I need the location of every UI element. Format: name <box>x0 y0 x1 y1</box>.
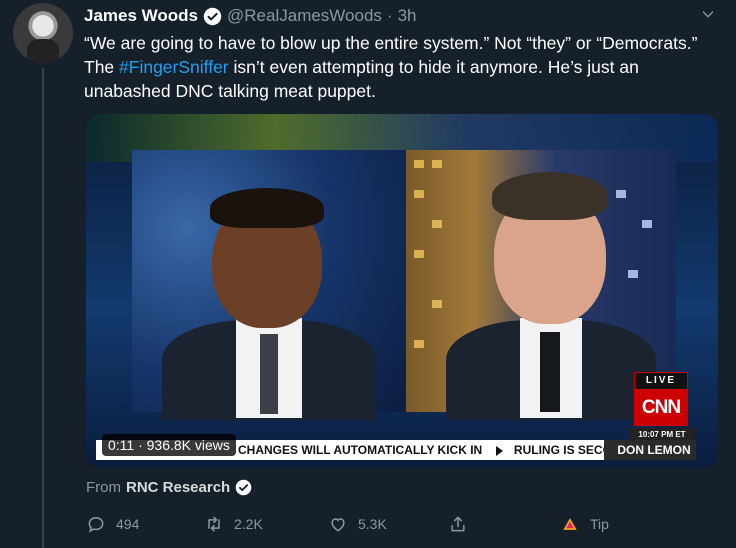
source-name[interactable]: RNC Research <box>126 479 230 496</box>
tweet-actions: 494 2.2K 5.3K Tip <box>86 514 646 538</box>
heart-icon <box>331 518 345 532</box>
tweet-header: James Woods @RealJamesWoods · 3h <box>84 5 716 27</box>
video-panel-left <box>132 150 406 420</box>
author-handle[interactable]: @RealJamesWoods <box>227 6 382 26</box>
reply-button[interactable]: 494 <box>86 514 139 534</box>
cnn-logo: CNN <box>634 390 688 426</box>
thread-line <box>42 68 44 548</box>
chevron-down-icon[interactable] <box>700 6 716 22</box>
video-player[interactable]: LIVE CNN 10:07 PM ET CHANGES WILL AUTOMA… <box>86 114 718 468</box>
author-name[interactable]: James Woods <box>84 6 198 26</box>
tip-button[interactable]: Tip <box>560 514 609 534</box>
chyron-left-text: CHANGES WILL AUTOMATICALLY KICK IN <box>238 443 483 457</box>
like-button[interactable]: 5.3K <box>328 514 387 534</box>
reply-count: 494 <box>116 516 140 532</box>
tip-label: Tip <box>590 516 609 532</box>
like-count: 5.3K <box>358 516 387 532</box>
separator-dot: · <box>386 6 393 25</box>
avatar[interactable] <box>13 3 73 63</box>
share-button[interactable] <box>448 514 478 534</box>
live-badge: LIVE <box>634 372 688 390</box>
tip-icon <box>563 518 577 530</box>
retweet-icon <box>208 516 220 532</box>
ticker-arrow-icon <box>495 445 503 456</box>
anchor-nameplate: DON LEMON <box>604 440 696 460</box>
timestamp[interactable]: 3h <box>398 6 417 26</box>
reply-icon <box>88 516 104 533</box>
hashtag-link[interactable]: #FingerSniffer <box>119 57 229 77</box>
source-label: From <box>86 479 121 496</box>
verified-badge-icon <box>203 7 222 25</box>
video-source: From RNC Research <box>86 479 252 496</box>
retweet-count: 2.2K <box>234 516 263 532</box>
retweet-button[interactable]: 2.2K <box>204 514 263 534</box>
video-views-overlay: 0:11 · 936.8K views <box>102 434 236 456</box>
verified-badge-icon <box>235 479 252 496</box>
share-icon <box>451 516 465 532</box>
tweet-text: “We are going to have to blow up the ent… <box>84 31 724 103</box>
